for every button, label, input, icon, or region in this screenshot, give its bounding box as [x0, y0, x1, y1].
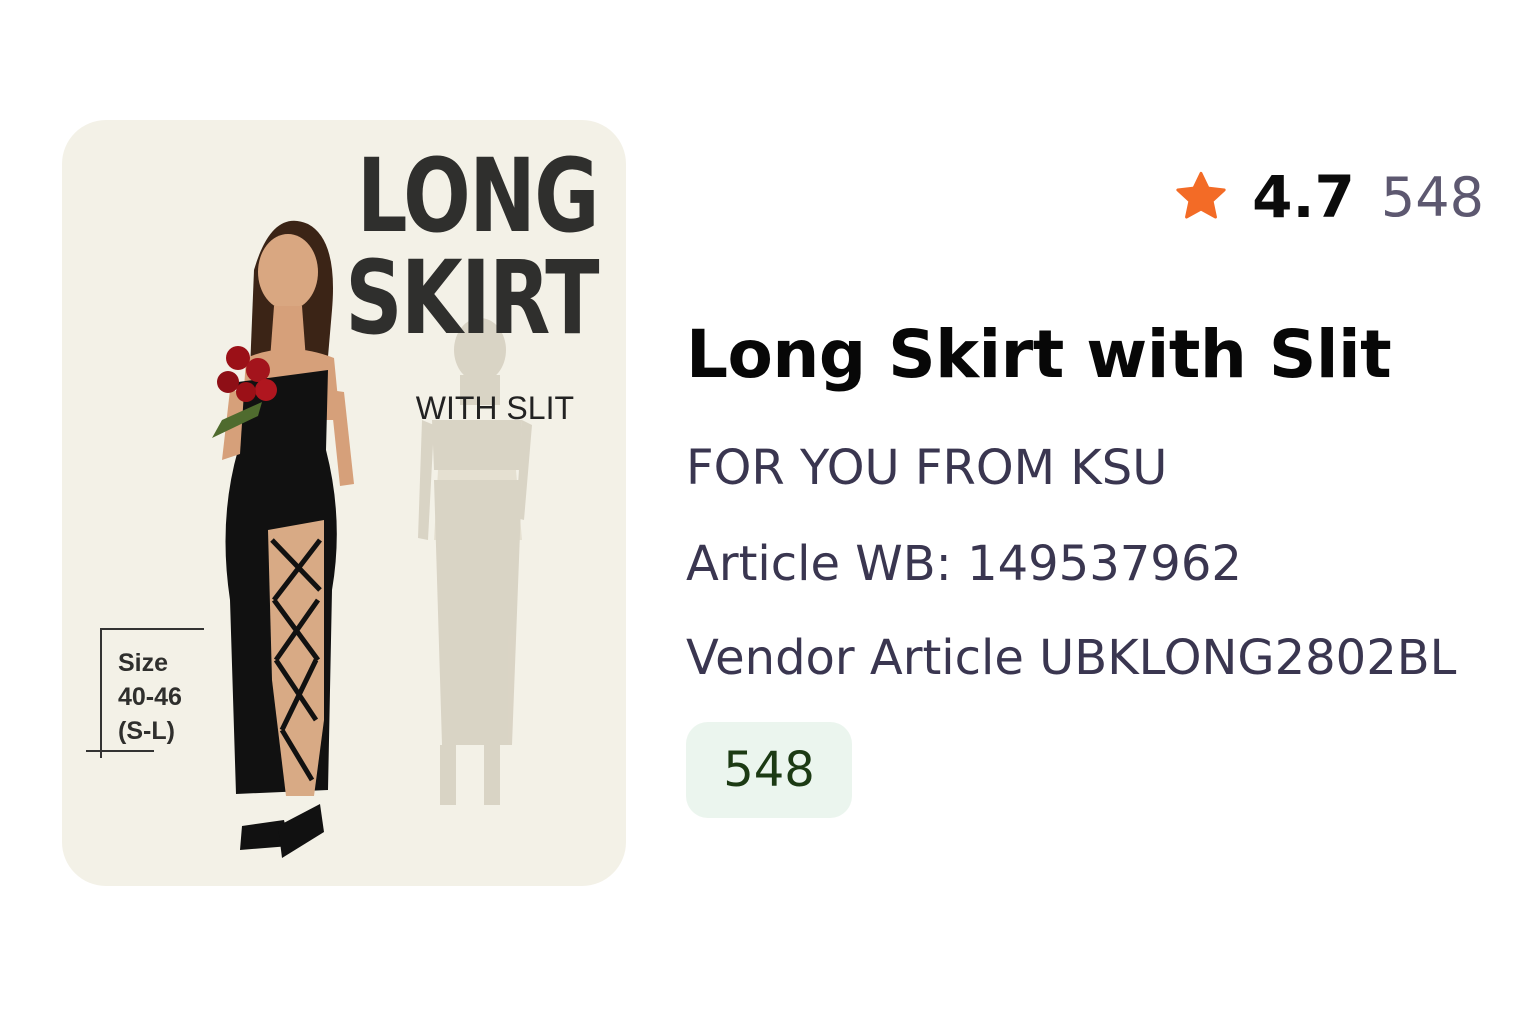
size-callout-top-line [100, 628, 204, 630]
product-image-card[interactable]: LONG SKIRT WITH SLIT Size 40-46 (S-L) [62, 120, 626, 886]
rating-value: 4.7 [1252, 163, 1355, 231]
brand-name[interactable]: FOR YOU FROM KSU [686, 440, 1167, 496]
size-callout-left-line [100, 628, 102, 758]
poster-subtitle: WITH SLIT [415, 390, 574, 426]
rating-block[interactable]: 4.7 548 [1172, 163, 1484, 231]
size-label: Size [118, 649, 169, 677]
size-range: 40-46 [118, 683, 182, 711]
review-count[interactable]: 548 [1381, 166, 1484, 229]
size-callout-bottom-line [86, 750, 154, 752]
star-icon [1176, 171, 1226, 219]
product-title: Long Skirt with Slit [686, 316, 1392, 393]
size-callout: Size 40-46 (S-L) [86, 628, 208, 758]
product-page: LONG SKIRT WITH SLIT Size 40-46 (S-L) 4.… [0, 0, 1536, 1024]
vendor-article: Vendor Article UBKLONG2802BL [686, 630, 1457, 686]
size-letters: (S-L) [118, 717, 175, 745]
poster-title: LONG SKIRT [345, 137, 599, 358]
article-wb: Article WB: 149537962 [686, 536, 1242, 592]
size-text: Size 40-46 (S-L) [118, 646, 182, 748]
count-badge[interactable]: 548 [686, 722, 852, 818]
